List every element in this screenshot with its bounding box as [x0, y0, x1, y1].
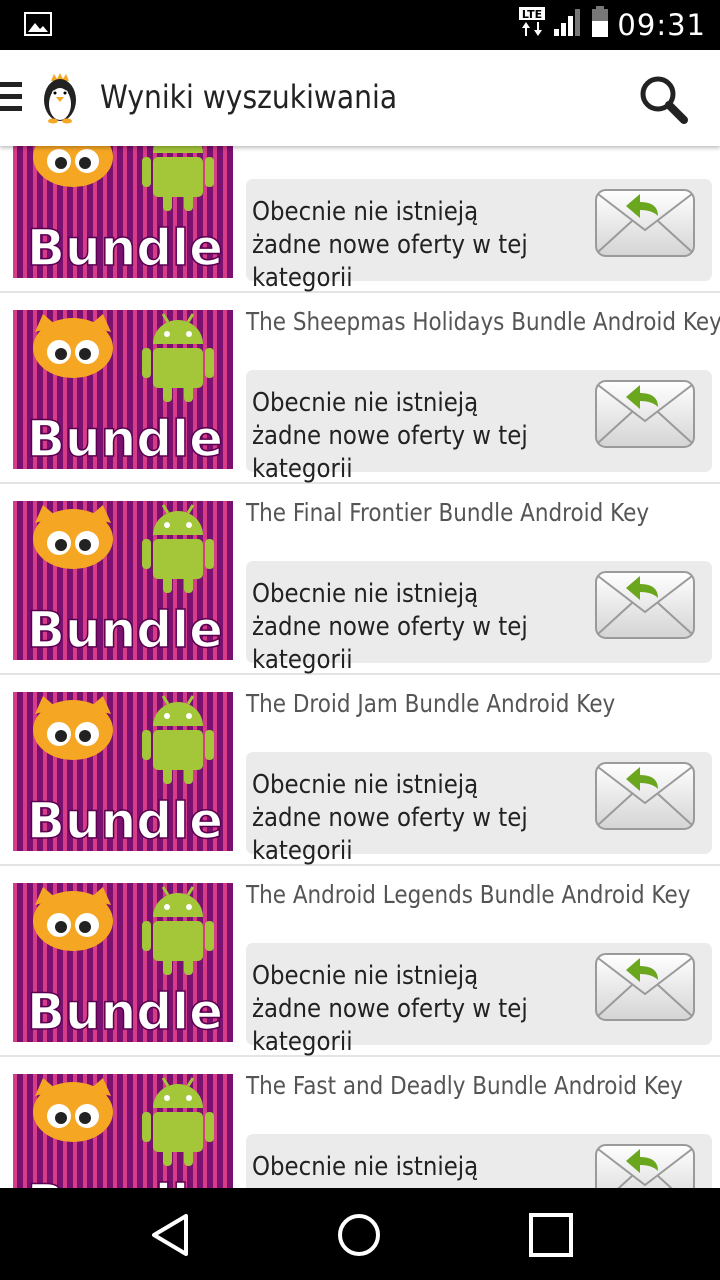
list-item[interactable]: Bundle Obecnie nie istnieją żadne nowe o… — [0, 146, 720, 293]
app-bar: Wyniki wyszukiwania — [0, 50, 720, 146]
offer-box: Obecnie nie istnieją żadne nowe oferty w… — [246, 179, 712, 293]
list-item[interactable]: Bundle The Android Legends Bundle Androi… — [0, 866, 720, 1057]
offer-box: Obecnie nie istnieją żadne nowe oferty w… — [246, 752, 712, 866]
svg-text:LTE: LTE — [522, 8, 542, 21]
thumbnail-bundle-label: Bundle — [27, 601, 223, 659]
list-item[interactable]: Bundle The Droid Jam Bundle Android Key … — [0, 675, 720, 866]
thumbnail-bundle-label: Bundle — [27, 792, 223, 850]
owl-mascot-icon — [33, 696, 113, 760]
navigation-bar — [0, 1188, 720, 1280]
list-item[interactable]: Bundle The Sheepmas Holidays Bundle Andr… — [0, 293, 720, 484]
product-thumbnail[interactable]: Bundle — [13, 1074, 233, 1188]
status-time: 09:31 — [617, 7, 706, 42]
product-title[interactable]: The Final Frontier Bundle Android Key — [246, 498, 649, 527]
product-thumbnail[interactable]: Bundle — [13, 501, 233, 660]
list-item[interactable]: Bundle The Fast and Deadly Bundle Androi… — [0, 1057, 720, 1188]
offer-box: Obecnie nie istnieją żadne nowe oferty w… — [246, 370, 712, 484]
product-title[interactable]: The Fast and Deadly Bundle Android Key — [246, 1071, 683, 1100]
email-alert-button[interactable] — [594, 188, 696, 258]
offer-text: Obecnie nie istnieją żadne nowe oferty w… — [252, 388, 528, 484]
email-alert-button[interactable] — [594, 952, 696, 1022]
penguin-logo-icon — [38, 72, 82, 129]
email-alert-button[interactable] — [594, 570, 696, 640]
search-icon[interactable] — [636, 72, 692, 128]
product-thumbnail[interactable]: Bundle — [13, 310, 233, 469]
offer-box: Obecnie nie istnieją żadne nowe oferty w… — [246, 943, 712, 1057]
thumbnail-bundle-label: Bundle — [27, 1174, 223, 1188]
product-thumbnail[interactable]: Bundle — [13, 146, 233, 278]
owl-mascot-icon — [33, 505, 113, 569]
offer-box: Obecnie nie istnieją żadne nowe oferty w… — [246, 561, 712, 675]
product-title[interactable]: The Sheepmas Holidays Bundle Android Key — [246, 307, 720, 336]
image-notification-icon — [24, 12, 52, 41]
thumbnail-bundle-label: Bundle — [27, 983, 223, 1041]
product-title[interactable]: The Android Legends Bundle Android Key — [246, 880, 690, 909]
offer-text: Obecnie nie istnieją żadne nowe oferty w… — [252, 197, 528, 293]
offer-box: Obecnie nie istnieją żadne nowe oferty w… — [246, 1134, 712, 1188]
status-bar: LTE 09:31 — [0, 0, 720, 50]
product-thumbnail[interactable]: Bundle — [13, 692, 233, 851]
email-alert-button[interactable] — [594, 761, 696, 831]
lte-icon: LTE — [519, 7, 546, 42]
offer-text: Obecnie nie istnieją żadne nowe oferty w… — [252, 961, 528, 1057]
list-item[interactable]: Bundle The Final Frontier Bundle Android… — [0, 484, 720, 675]
product-list: Bundle Obecnie nie istnieją żadne nowe o… — [0, 146, 720, 1188]
page-title: Wyniki wyszukiwania — [100, 78, 398, 116]
offer-text: Obecnie nie istnieją żadne nowe oferty w… — [252, 579, 528, 675]
owl-mascot-icon — [33, 314, 113, 378]
back-icon[interactable] — [146, 1210, 196, 1260]
email-alert-button[interactable] — [594, 379, 696, 449]
product-thumbnail[interactable]: Bundle — [13, 883, 233, 1042]
recents-icon[interactable] — [526, 1210, 576, 1260]
search-results[interactable]: Bundle Obecnie nie istnieją żadne nowe o… — [0, 146, 720, 1188]
product-title[interactable]: The Droid Jam Bundle Android Key — [246, 689, 615, 718]
owl-mascot-icon — [33, 1078, 113, 1142]
thumbnail-bundle-label: Bundle — [27, 410, 223, 468]
menu-icon[interactable] — [0, 82, 22, 114]
owl-mascot-icon — [33, 887, 113, 951]
offer-text: Obecnie nie istnieją żadne nowe oferty w… — [252, 1152, 528, 1188]
home-icon[interactable] — [334, 1210, 384, 1260]
offer-text: Obecnie nie istnieją żadne nowe oferty w… — [252, 770, 528, 866]
email-alert-button[interactable] — [594, 1143, 696, 1188]
thumbnail-bundle-label: Bundle — [27, 219, 223, 277]
signal-icon — [553, 7, 583, 42]
battery-icon — [591, 6, 609, 43]
